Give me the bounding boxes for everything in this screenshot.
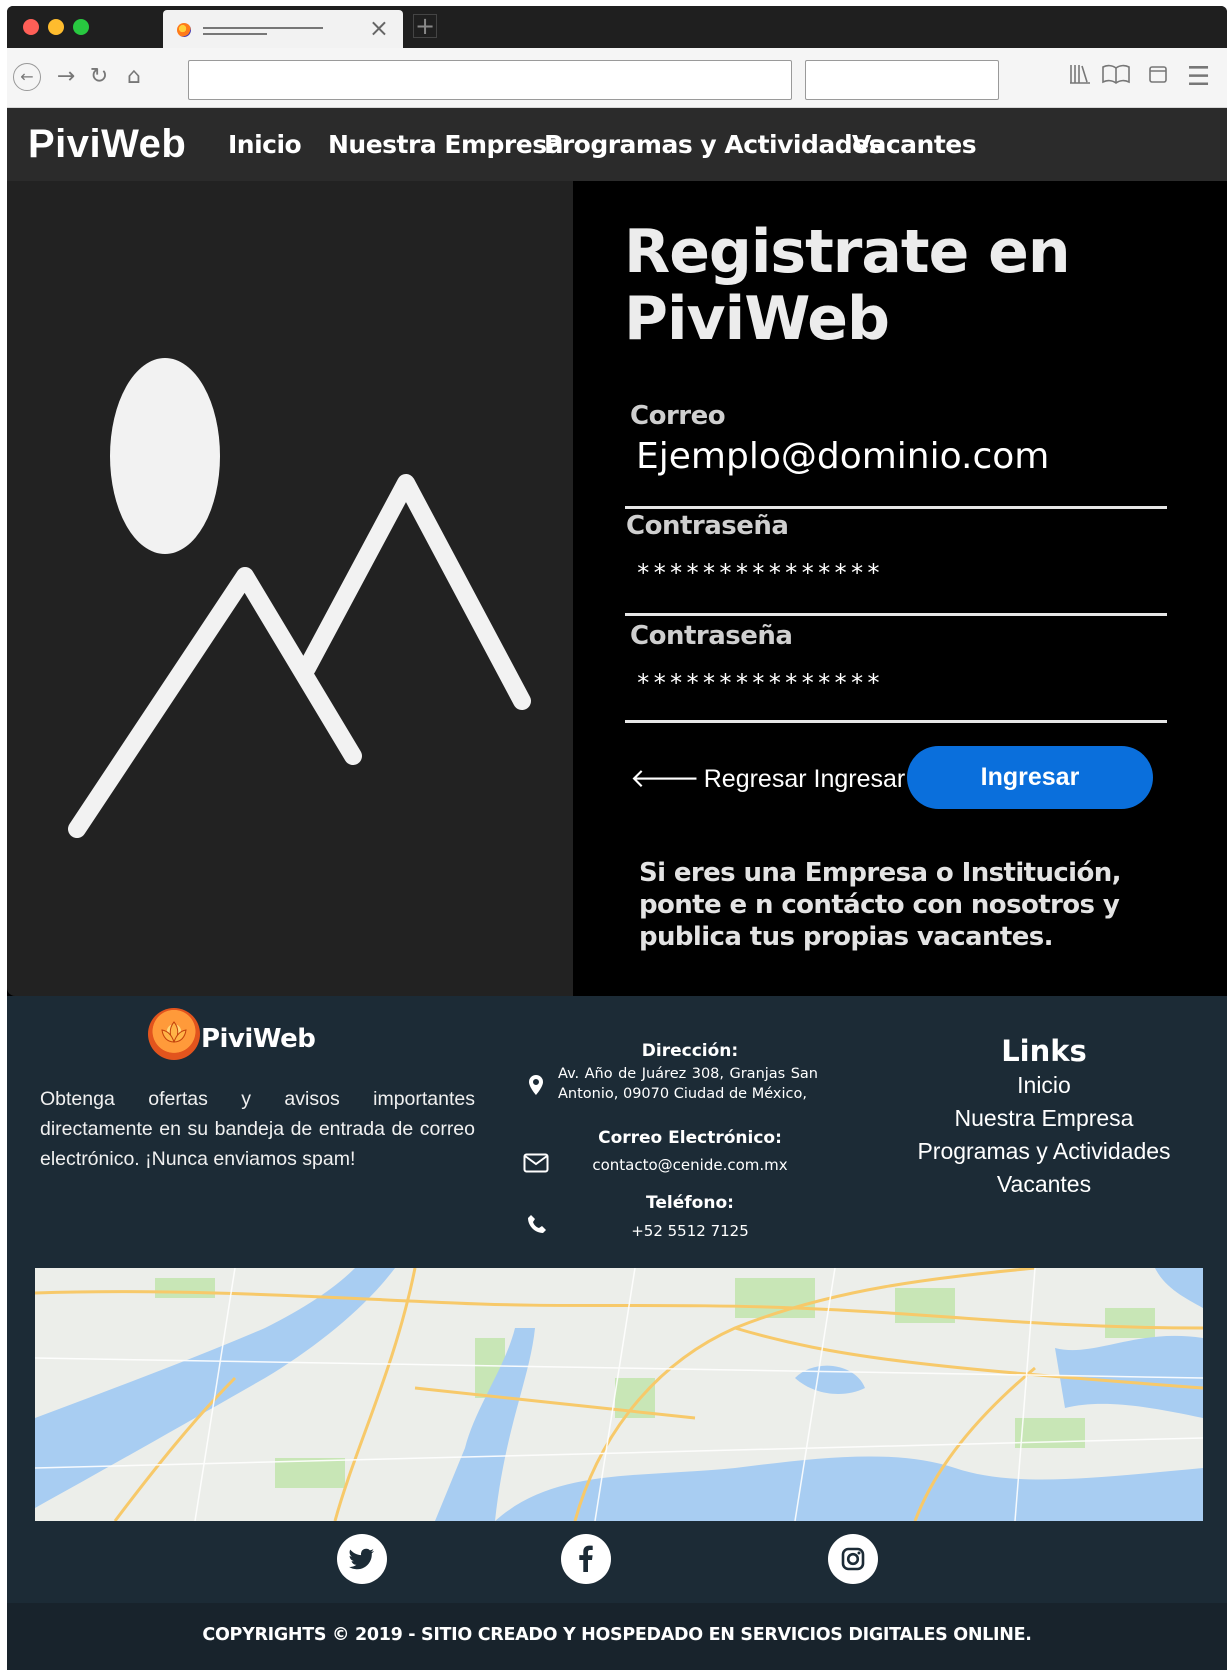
confirm-password-field[interactable]: Contraseña *************** bbox=[625, 621, 1167, 723]
tab-title-placeholder bbox=[203, 33, 267, 35]
maximize-window-button[interactable] bbox=[73, 19, 89, 35]
email-heading: Correo Electrónico: bbox=[598, 1128, 782, 1148]
back-to-login-link[interactable]: 🡐 Regresar Ingresar bbox=[630, 763, 905, 794]
back-icon[interactable]: ← bbox=[13, 63, 41, 91]
reader-view-icon[interactable] bbox=[1101, 62, 1131, 92]
footer: PiviWeb Obtenga ofertas y avisos importa… bbox=[7, 996, 1227, 1670]
new-tab-button[interactable]: + bbox=[413, 14, 437, 38]
password-field[interactable]: Contraseña *************** bbox=[625, 511, 1167, 616]
phone-heading: Teléfono: bbox=[646, 1193, 734, 1213]
footer-brand: PiviWeb bbox=[201, 1024, 316, 1054]
lotus-logo-icon bbox=[148, 1008, 200, 1060]
register-title: Registrate en PiviWeb bbox=[624, 217, 1071, 354]
home-icon[interactable]: ⌂ bbox=[119, 62, 149, 92]
footer-link-inicio[interactable]: Inicio bbox=[894, 1072, 1194, 1099]
email-input[interactable]: Ejemplo@dominio.com bbox=[636, 436, 1049, 477]
tab-title-placeholder bbox=[203, 27, 323, 29]
twitter-icon[interactable] bbox=[337, 1534, 387, 1584]
nav-link-nuestra-empresa[interactable]: Nuestra Empresa bbox=[328, 130, 563, 159]
site-logo-text[interactable]: PiviWeb bbox=[28, 122, 186, 167]
password-input[interactable]: *************** bbox=[636, 559, 883, 587]
register-form: Registrate en PiviWeb Correo Ejemplo@dom… bbox=[573, 181, 1227, 996]
nav-link-programas[interactable]: Programas y Actividades bbox=[544, 130, 883, 159]
nav-link-inicio[interactable]: Inicio bbox=[228, 130, 302, 159]
newsletter-blurb: Obtenga ofertas y avisos importantes dir… bbox=[40, 1088, 475, 1170]
minimize-window-button[interactable] bbox=[48, 19, 64, 35]
instagram-icon[interactable] bbox=[828, 1534, 878, 1584]
copyright-bar: COPYRIGHTS © 2019 - SITIO CREADO Y HOSPE… bbox=[7, 1603, 1227, 1670]
email-label: Correo bbox=[630, 401, 726, 431]
browser-tab[interactable]: × bbox=[163, 10, 403, 48]
submit-button[interactable]: Ingresar bbox=[907, 746, 1153, 809]
browser-window: × + ← → ↻ ⌂ ☰ PiviWeb Inicio Nuestra Emp… bbox=[7, 6, 1227, 1670]
confirm-password-input[interactable]: *************** bbox=[636, 669, 883, 697]
company-promo-text: Si eres una Empresa o Institución, ponte… bbox=[639, 858, 1122, 952]
footer-link-programas[interactable]: Programas y Actividades bbox=[894, 1138, 1194, 1165]
close-tab-icon[interactable]: × bbox=[369, 16, 389, 40]
image-placeholder bbox=[7, 181, 573, 996]
map-pin-icon bbox=[528, 1074, 544, 1102]
location-map[interactable] bbox=[35, 1268, 1203, 1521]
sidebar-icon[interactable] bbox=[1147, 62, 1169, 92]
email-value[interactable]: contacto@cenide.com.mx bbox=[540, 1156, 840, 1174]
links-heading: Links bbox=[1001, 1034, 1087, 1068]
title-bar: × + bbox=[7, 6, 1227, 48]
confirm-password-label: Contraseña bbox=[630, 621, 793, 651]
copyright-text: COPYRIGHTS © 2019 - SITIO CREADO Y HOSPE… bbox=[202, 1625, 1032, 1645]
forward-icon[interactable]: → bbox=[51, 62, 81, 92]
library-icon[interactable] bbox=[1068, 62, 1092, 92]
site-navbar: PiviWeb Inicio Nuestra Empresa Programas… bbox=[7, 108, 1227, 181]
address-value: Av. Año de Juárez 308, Granjas San Anton… bbox=[558, 1066, 818, 1102]
close-window-button[interactable] bbox=[23, 19, 39, 35]
footer-link-nuestra-empresa[interactable]: Nuestra Empresa bbox=[894, 1105, 1194, 1132]
back-link-label: Regresar Ingresar bbox=[703, 765, 906, 793]
facebook-icon[interactable] bbox=[561, 1534, 611, 1584]
browser-toolbar: ← → ↻ ⌂ ☰ bbox=[7, 48, 1227, 108]
hamburger-menu-icon[interactable]: ☰ bbox=[1187, 62, 1210, 92]
nav-link-vacantes[interactable]: Vacantes bbox=[852, 130, 977, 159]
image-placeholder-icon bbox=[68, 358, 531, 838]
url-bar[interactable] bbox=[188, 60, 792, 100]
phone-value[interactable]: +52 5512 7125 bbox=[540, 1222, 840, 1240]
firefox-icon bbox=[177, 23, 191, 37]
arrow-left-icon: 🡐 bbox=[630, 764, 700, 794]
password-label: Contraseña bbox=[626, 511, 789, 541]
register-section: Registrate en PiviWeb Correo Ejemplo@dom… bbox=[7, 181, 1227, 996]
reload-icon[interactable]: ↻ bbox=[84, 62, 114, 92]
address-heading: Dirección: bbox=[641, 1041, 739, 1061]
footer-link-vacantes[interactable]: Vacantes bbox=[894, 1171, 1194, 1198]
search-bar[interactable] bbox=[805, 60, 999, 100]
email-field[interactable]: Correo Ejemplo@dominio.com bbox=[625, 401, 1167, 509]
